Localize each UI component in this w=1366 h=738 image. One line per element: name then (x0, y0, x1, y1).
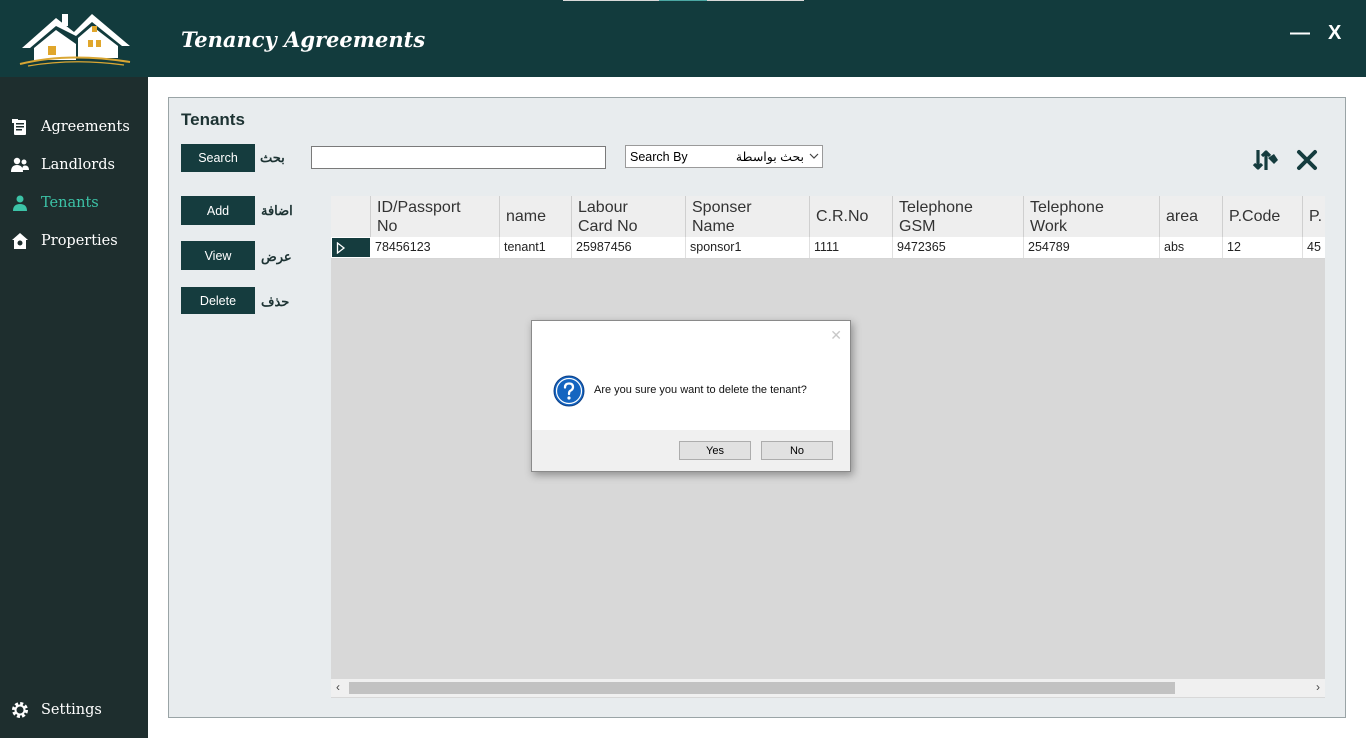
column-header-pcode[interactable]: P.Code (1223, 196, 1303, 237)
search-by-label: Search By (630, 149, 688, 164)
scroll-right-icon[interactable]: › (1316, 680, 1320, 694)
column-header-sponsor-name[interactable]: Sponser Name (686, 196, 810, 237)
sidebar-item-properties[interactable]: Properties (10, 229, 118, 253)
search-button[interactable]: Search (181, 144, 255, 172)
page-title: Tenants (181, 110, 245, 129)
properties-icon (10, 231, 30, 251)
question-icon (553, 375, 585, 407)
horizontal-scrollbar[interactable]: ‹ › (331, 679, 1325, 697)
column-header-telephone-work[interactable]: Telephone Work (1024, 196, 1160, 237)
yes-button[interactable]: Yes (679, 441, 751, 460)
view-label-ar: عرض (261, 249, 292, 264)
cell-id-passport[interactable]: 78456123 (371, 237, 500, 258)
loading-indicator (563, 0, 804, 1)
scroll-left-icon[interactable]: ‹ (336, 680, 340, 694)
sidebar-item-landlords[interactable]: Landlords (10, 153, 115, 177)
close-window-button[interactable]: X (1328, 22, 1341, 45)
view-button[interactable]: View (181, 241, 255, 270)
sidebar-item-agreements[interactable]: Agreements (10, 115, 130, 139)
app-title: Tenancy Agreements (181, 27, 426, 52)
confirm-delete-dialog: ✕ Are you sure you want to delete the te… (531, 320, 851, 472)
column-header-id-passport[interactable]: ID/Passport No (371, 196, 500, 237)
delete-label-ar: حذف (261, 294, 290, 309)
house-logo-icon (19, 14, 131, 67)
search-by-label-ar: بحث بواسطة (735, 150, 804, 164)
sidebar-item-label: Properties (41, 233, 118, 249)
delete-button[interactable]: Delete (181, 287, 255, 314)
dialog-message: Are you sure you want to delete the tena… (594, 384, 807, 396)
column-header-cr-no[interactable]: C.R.No (810, 196, 893, 237)
dialog-close-icon[interactable]: ✕ (830, 327, 842, 344)
sidebar-item-label: Landlords (41, 157, 115, 173)
column-header-name[interactable]: name (500, 196, 572, 237)
sidebar-item-label: Settings (41, 702, 102, 718)
cell-cr-no[interactable]: 1111 (810, 237, 893, 258)
cell-telephone-work[interactable]: 254789 (1024, 237, 1160, 258)
chevron-down-icon (809, 149, 819, 166)
refresh-icon[interactable] (1252, 146, 1280, 174)
column-header-area[interactable]: area (1160, 196, 1223, 237)
search-label-ar: بحث (260, 150, 285, 165)
no-button[interactable]: No (761, 441, 833, 460)
cell-name[interactable]: tenant1 (500, 237, 572, 258)
column-header-telephone-gsm[interactable]: Telephone GSM (893, 196, 1024, 237)
minimize-button[interactable]: — (1290, 22, 1310, 45)
sidebar-item-settings[interactable]: Settings (10, 698, 102, 722)
cell-area[interactable]: abs (1160, 237, 1223, 258)
cell-telephone-gsm[interactable]: 9472365 (893, 237, 1024, 258)
agreements-icon (10, 117, 30, 137)
landlords-icon (10, 155, 30, 175)
gear-icon (10, 700, 30, 720)
cell-p[interactable]: 45 (1303, 237, 1325, 258)
row-selector-icon[interactable] (332, 238, 370, 257)
row-header-corner (331, 196, 371, 237)
add-button[interactable]: Add (181, 196, 255, 225)
title-bar: Tenancy Agreements — X (0, 0, 1366, 77)
sidebar: Agreements Landlords Tenants Properties … (0, 77, 148, 738)
add-label-ar: اضافة (261, 203, 293, 218)
cell-sponsor-name[interactable]: sponsor1 (686, 237, 810, 258)
table-row[interactable]: 78456123 tenant1 25987456 sponsor1 1111 … (331, 237, 1325, 259)
cell-labour-card[interactable]: 25987456 (572, 237, 686, 258)
column-header-labour-card[interactable]: Labour Card No (572, 196, 686, 237)
scrollbar-thumb[interactable] (349, 682, 1175, 694)
sidebar-item-label: Tenants (41, 195, 99, 211)
grid-header: ID/Passport No name Labour Card No Sponser… (331, 196, 1325, 238)
close-icon[interactable] (1293, 146, 1321, 174)
tenant-icon (10, 193, 30, 213)
search-input[interactable] (311, 146, 606, 169)
cell-pcode[interactable]: 12 (1223, 237, 1303, 258)
search-by-select[interactable]: Search By بحث بواسطة (625, 145, 823, 168)
dialog-footer: Yes No (532, 430, 850, 471)
column-header-p[interactable]: P. (1303, 196, 1325, 237)
sidebar-item-label: Agreements (41, 119, 130, 135)
sidebar-item-tenants[interactable]: Tenants (10, 191, 99, 215)
